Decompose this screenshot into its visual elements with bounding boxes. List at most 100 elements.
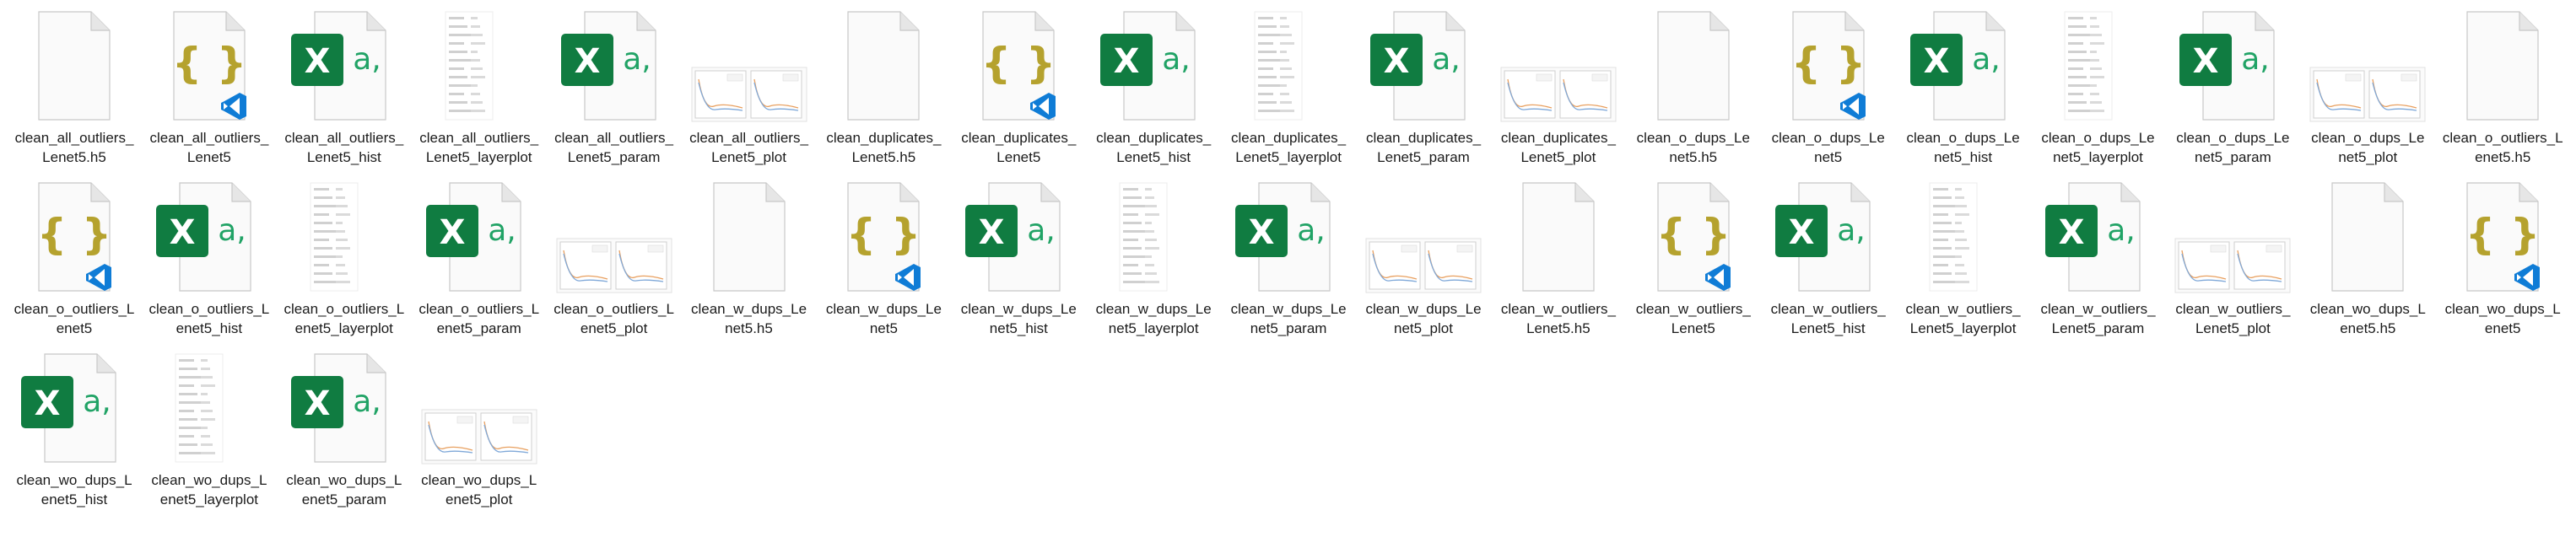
file-name-line2: enet5.h5 [2340, 320, 2396, 336]
file-name-line1: clean_o_outliers_L [419, 301, 540, 317]
file-item[interactable]: X a, clean_all_outliers_ Lenet5_param [547, 8, 682, 177]
file-name-label: clean_o_outliers_L enet5_layerplot [277, 299, 412, 338]
file-item[interactable]: clean_o_dups_Le net5_plot [2300, 8, 2435, 177]
file-item[interactable]: clean_all_outliers_ Lenet5_layerplot [412, 8, 547, 177]
file-name-line2: Lenet5_param [567, 149, 661, 165]
layerplot-thumbnail-icon [277, 180, 412, 294]
blank-file-icon [2300, 180, 2435, 294]
file-name-label: clean_w_outliers_ Lenet5_hist [1761, 299, 1896, 338]
json-file-icon: { } [142, 8, 277, 123]
file-item[interactable]: { } clean_o_outliers_L enet5 [7, 180, 142, 348]
svg-text:a,: a, [1162, 42, 1191, 77]
file-item[interactable]: clean_w_outliers_ Lenet5.h5 [1491, 180, 1626, 348]
file-name-line2: Lenet5_param [2051, 320, 2145, 336]
file-item[interactable]: clean_o_dups_Le net5_layerplot [2031, 8, 2166, 177]
svg-text:X: X [439, 213, 465, 252]
file-item[interactable]: X a, clean_o_dups_Le net5_param [2165, 8, 2300, 177]
file-name-label: clean_all_outliers_ Lenet5_plot [682, 128, 817, 167]
file-item[interactable]: clean_all_outliers_ Lenet5.h5 [7, 8, 142, 177]
file-name-label: clean_duplicates_ Lenet5_param [1356, 128, 1491, 167]
excel-csv-icon: X a, [2165, 8, 2300, 123]
file-item[interactable]: { } clean_o_dups_Le net5 [1761, 8, 1896, 177]
file-item[interactable]: { } clean_duplicates_ Lenet5 [951, 8, 1086, 177]
file-item[interactable]: clean_o_dups_Le net5.h5 [1626, 8, 1761, 177]
file-name-label: clean_wo_dups_L enet5_layerplot [142, 470, 277, 509]
file-item[interactable]: clean_o_outliers_L enet5_layerplot [277, 180, 412, 348]
excel-csv-icon: X a, [1086, 8, 1221, 123]
file-item[interactable]: X a, clean_wo_dups_L enet5_param [277, 351, 412, 519]
file-item[interactable]: X a, clean_o_outliers_L enet5_param [412, 180, 547, 348]
file-item[interactable]: X a, clean_all_outliers_ Lenet5_hist [277, 8, 412, 177]
file-name-line2: net5.h5 [725, 320, 773, 336]
svg-text:a,: a, [488, 213, 516, 248]
file-name-label: clean_duplicates_ Lenet5_layerplot [1221, 128, 1356, 167]
file-name-label: clean_o_outliers_L enet5_hist [142, 299, 277, 338]
file-name-line1: clean_duplicates_ [1500, 130, 1616, 146]
excel-csv-icon: X a, [277, 351, 412, 465]
file-item[interactable]: { } clean_w_outliers_ Lenet5 [1626, 180, 1761, 348]
file-item[interactable]: { } clean_all_outliers_ Lenet5 [142, 8, 277, 177]
file-name-line1: clean_o_outliers_L [14, 301, 135, 317]
plot-thumbnail-icon [2300, 8, 2435, 123]
svg-text:{ }: { } [172, 39, 247, 88]
json-file-icon: { } [1761, 8, 1896, 123]
file-item[interactable]: clean_w_dups_Le net5_layerplot [1086, 180, 1221, 348]
file-item[interactable]: X a, clean_w_outliers_ Lenet5_hist [1761, 180, 1896, 348]
file-item[interactable]: clean_wo_dups_L enet5_layerplot [142, 351, 277, 519]
file-name-line2: Lenet5_layerplot [425, 149, 532, 165]
file-item[interactable]: clean_all_outliers_ Lenet5_plot [682, 8, 817, 177]
file-item[interactable]: clean_w_outliers_ Lenet5_layerplot [1896, 180, 2031, 348]
layerplot-thumbnail-icon [2031, 8, 2166, 123]
file-name-label: clean_duplicates_ Lenet5.h5 [816, 128, 951, 167]
json-file-icon: { } [1626, 180, 1761, 294]
blank-file-icon [7, 8, 142, 123]
file-item[interactable]: X a, clean_duplicates_ Lenet5_hist [1086, 8, 1221, 177]
file-item[interactable]: clean_wo_dups_L enet5.h5 [2300, 180, 2435, 348]
file-item[interactable]: clean_w_dups_Le net5_plot [1356, 180, 1491, 348]
file-name-line1: clean_w_outliers_ [1905, 301, 2021, 317]
file-name-line2: Lenet5_plot [2195, 320, 2271, 336]
file-name-line1: clean_o_outliers_L [554, 301, 674, 317]
excel-csv-icon: X a, [142, 180, 277, 294]
file-item[interactable]: X a, clean_w_dups_Le net5_param [1221, 180, 1356, 348]
file-name-line1: clean_all_outliers_ [284, 130, 404, 146]
file-name-line2: Lenet5 [1671, 320, 1715, 336]
file-item[interactable]: X a, clean_wo_dups_L enet5_hist [7, 351, 142, 519]
file-name-line1: clean_all_outliers_ [554, 130, 673, 146]
blank-file-icon [816, 8, 951, 123]
file-item[interactable]: clean_w_outliers_ Lenet5_plot [2165, 180, 2300, 348]
file-item[interactable]: X a, clean_w_dups_Le net5_hist [951, 180, 1086, 348]
svg-text:{ }: { } [981, 39, 1056, 88]
json-file-icon: { } [2435, 180, 2570, 294]
svg-text:a,: a, [1432, 42, 1461, 77]
file-item[interactable]: clean_duplicates_ Lenet5.h5 [816, 8, 951, 177]
file-item[interactable]: clean_w_dups_Le net5.h5 [682, 180, 817, 348]
file-item[interactable]: X a, clean_duplicates_ Lenet5_param [1356, 8, 1491, 177]
file-name-line1: clean_w_outliers_ [1500, 301, 1616, 317]
file-name-label: clean_w_outliers_ Lenet5_layerplot [1896, 299, 2031, 338]
file-name-label: clean_o_outliers_L enet5.h5 [2435, 128, 2570, 167]
file-item[interactable]: clean_duplicates_ Lenet5_plot [1491, 8, 1626, 177]
json-file-icon: { } [816, 180, 951, 294]
file-item[interactable]: { } clean_wo_dups_L enet5 [2435, 180, 2570, 348]
file-item[interactable]: X a, clean_w_outliers_ Lenet5_param [2031, 180, 2166, 348]
file-name-line1: clean_w_dups_Le [690, 301, 807, 317]
file-name-line2: net5_hist [1934, 149, 1993, 165]
file-name-label: clean_w_dups_Le net5.h5 [682, 299, 817, 338]
layerplot-thumbnail-icon [1221, 8, 1356, 123]
file-name-label: clean_wo_dups_L enet5_plot [412, 470, 547, 509]
file-item[interactable]: clean_wo_dups_L enet5_plot [412, 351, 547, 519]
file-name-line2: Lenet5.h5 [851, 149, 916, 165]
file-item[interactable]: { } clean_w_dups_Le net5 [816, 180, 951, 348]
json-file-icon: { } [7, 180, 142, 294]
file-name-line2: enet5_param [436, 320, 521, 336]
excel-csv-icon: X a, [951, 180, 1086, 294]
file-item[interactable]: clean_duplicates_ Lenet5_layerplot [1221, 8, 1356, 177]
file-item[interactable]: clean_o_outliers_L enet5_plot [547, 180, 682, 348]
file-item[interactable]: clean_o_outliers_L enet5.h5 [2435, 8, 2570, 177]
file-name-line2: net5 [1814, 149, 1843, 165]
file-name-line1: clean_w_dups_Le [1365, 301, 1482, 317]
file-item[interactable]: X a, clean_o_outliers_L enet5_hist [142, 180, 277, 348]
file-name-label: clean_o_outliers_L enet5 [7, 299, 142, 338]
file-item[interactable]: X a, clean_o_dups_Le net5_hist [1896, 8, 2031, 177]
